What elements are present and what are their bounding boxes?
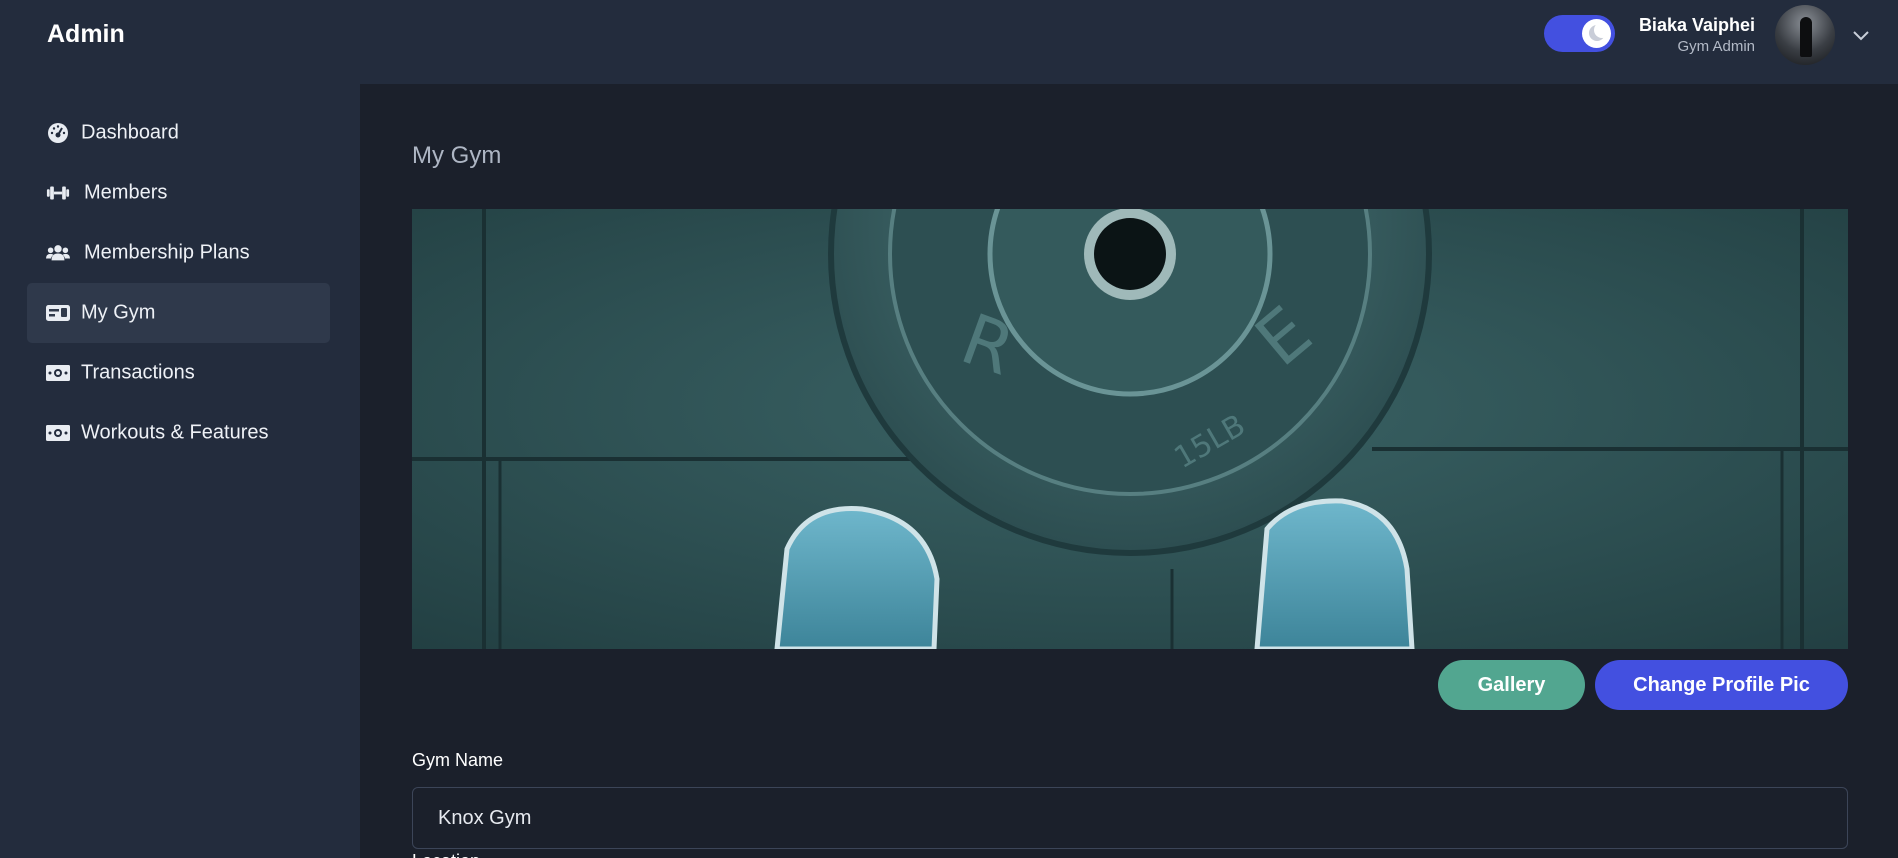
- page-title: My Gym: [412, 142, 502, 169]
- theme-toggle[interactable]: [1544, 15, 1615, 52]
- brand-title: Admin: [47, 20, 125, 48]
- sidebar-item-label: My Gym: [81, 301, 156, 324]
- sidebar: Dashboard Members Membership Plans My Gy…: [0, 84, 360, 858]
- location-label: Location: [412, 852, 480, 858]
- gym-name-input[interactable]: [412, 787, 1848, 849]
- id-card-icon: [46, 302, 70, 324]
- sidebar-item-label: Members: [84, 181, 168, 204]
- sidebar-item-transactions[interactable]: Transactions: [27, 343, 330, 403]
- gym-name-label: Gym Name: [412, 750, 504, 770]
- sidebar-item-my-gym[interactable]: My Gym: [27, 283, 330, 343]
- sidebar-item-label: Dashboard: [81, 121, 179, 144]
- gallery-button[interactable]: Gallery: [1438, 660, 1585, 710]
- user-role: Gym Admin: [1677, 38, 1755, 55]
- sidebar-item-label: Membership Plans: [84, 241, 250, 264]
- gauge-icon: [46, 122, 70, 144]
- sidebar-item-workouts-features[interactable]: Workouts & Features: [27, 403, 330, 463]
- users-icon: [46, 242, 70, 264]
- sidebar-item-membership-plans[interactable]: Membership Plans: [27, 223, 330, 283]
- chevron-down-icon[interactable]: [1851, 25, 1871, 45]
- money-bill-icon: [46, 362, 70, 384]
- sidebar-item-label: Workouts & Features: [81, 421, 269, 444]
- top-bar: Admin Biaka Vaiphei Gym Admin: [0, 0, 1898, 84]
- sidebar-item-dashboard[interactable]: Dashboard: [27, 103, 330, 163]
- user-name[interactable]: Biaka Vaiphei: [1639, 15, 1755, 36]
- sidebar-item-label: Transactions: [81, 361, 195, 384]
- sidebar-item-members[interactable]: Members: [27, 163, 330, 223]
- change-profile-pic-button[interactable]: Change Profile Pic: [1595, 660, 1848, 710]
- dumbbell-icon: [46, 182, 70, 204]
- money-bill-icon: [46, 422, 70, 444]
- gym-banner-image: R E 15LB: [412, 209, 1848, 649]
- moon-icon: [1582, 19, 1611, 48]
- avatar[interactable]: [1775, 5, 1835, 65]
